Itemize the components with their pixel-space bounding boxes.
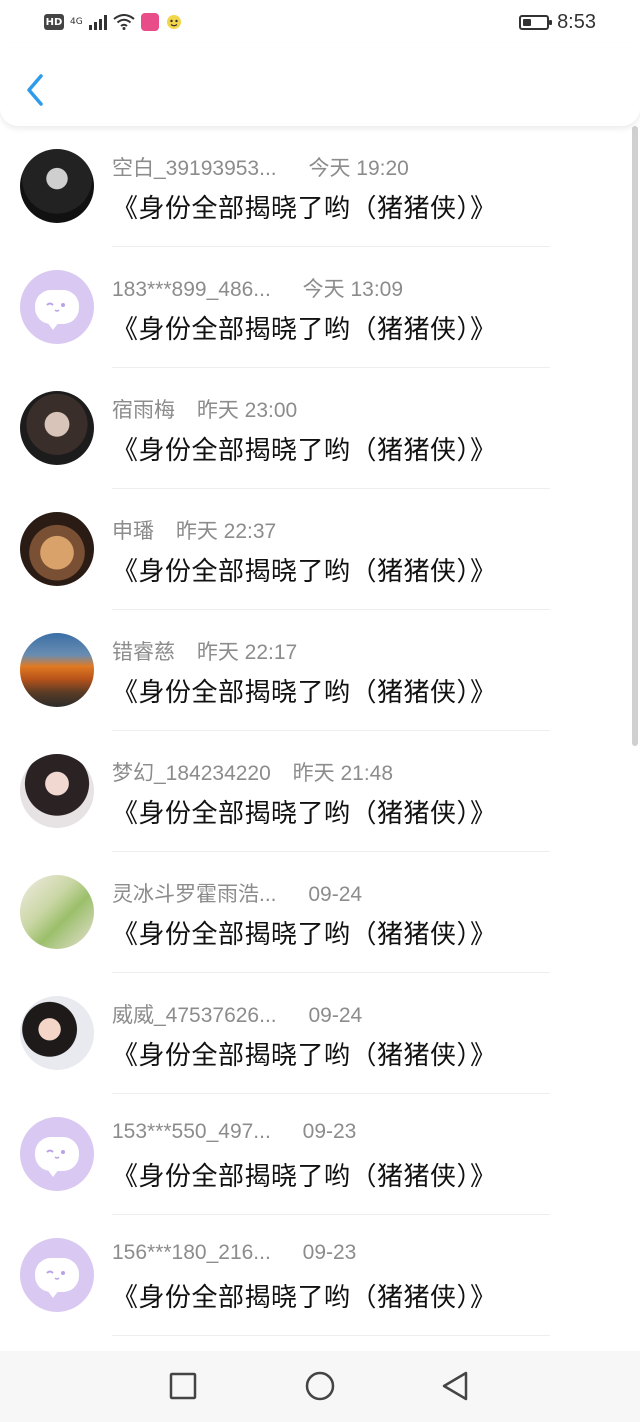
list-item[interactable]: 156***180_216... 09-23 《身份全部揭晓了哟（猪猪侠）》 <box>0 1215 640 1336</box>
avatar[interactable] <box>20 1238 94 1312</box>
username[interactable]: 183***899_486... <box>112 278 271 302</box>
divider <box>112 1335 550 1336</box>
app-notification-icon <box>140 13 159 31</box>
timestamp: 昨天 22:37 <box>175 520 277 543</box>
avatar[interactable] <box>20 633 94 707</box>
item-meta: 宿雨梅 昨天 23:00 <box>112 394 297 424</box>
avatar[interactable] <box>20 512 94 586</box>
list-item[interactable]: 空白_39193953... 今天 19:20 《身份全部揭晓了哟（猪猪侠）》 <box>0 126 640 247</box>
default-avatar-icon <box>35 1258 79 1298</box>
status-right: 8:53 <box>519 10 596 34</box>
default-avatar-icon <box>35 290 79 330</box>
status-left: HD 4G <box>44 10 183 34</box>
username[interactable]: 宿雨梅 <box>112 394 175 424</box>
recent-apps-button[interactable] <box>166 1369 200 1403</box>
chevron-left-icon <box>27 74 43 106</box>
avatar[interactable] <box>20 1117 94 1191</box>
list-item[interactable]: 申璠 昨天 22:37 《身份全部揭晓了哟（猪猪侠）》 <box>0 489 640 610</box>
username[interactable]: 错睿慈 <box>112 636 175 666</box>
clock: 8:53 <box>557 10 596 33</box>
item-title[interactable]: 《身份全部揭晓了哟（猪猪侠）》 <box>112 309 497 346</box>
timestamp: 今天 19:20 <box>308 157 409 180</box>
item-title[interactable]: 《身份全部揭晓了哟（猪猪侠）》 <box>112 188 497 225</box>
system-navigation-bar <box>0 1351 640 1422</box>
item-title[interactable]: 《身份全部揭晓了哟（猪猪侠）》 <box>112 793 497 830</box>
item-meta: 空白_39193953... 今天 19:20 <box>112 152 409 182</box>
item-title[interactable]: 《身份全部揭晓了哟（猪猪侠）》 <box>112 1277 497 1314</box>
item-meta: 威威_47537626... 09-24 <box>112 999 362 1029</box>
timestamp: 昨天 23:00 <box>196 399 298 422</box>
item-title[interactable]: 《身份全部揭晓了哟（猪猪侠）》 <box>112 430 497 467</box>
username[interactable]: 灵冰斗罗霍雨浩... <box>112 878 277 908</box>
item-title[interactable]: 《身份全部揭晓了哟（猪猪侠）》 <box>112 914 497 951</box>
timestamp: 今天 13:09 <box>302 278 404 301</box>
avatar[interactable] <box>20 754 94 828</box>
list-item[interactable]: 灵冰斗罗霍雨浩... 09-24 《身份全部揭晓了哟（猪猪侠）》 <box>0 852 640 973</box>
list-item[interactable]: 153***550_497... 09-23 《身份全部揭晓了哟（猪猪侠）》 <box>0 1094 640 1215</box>
circle-icon <box>305 1371 335 1401</box>
message-list: 空白_39193953... 今天 19:20 《身份全部揭晓了哟（猪猪侠）》 … <box>0 126 640 1336</box>
item-title[interactable]: 《身份全部揭晓了哟（猪猪侠）》 <box>112 1035 497 1072</box>
default-avatar-icon <box>35 1137 79 1177</box>
item-meta: 153***550_497... 09-23 <box>112 1120 356 1144</box>
timestamp: 昨天 22:17 <box>196 641 298 664</box>
avatar[interactable] <box>20 875 94 949</box>
timestamp: 09-23 <box>302 1120 357 1143</box>
list-item[interactable]: 错睿慈 昨天 22:17 《身份全部揭晓了哟（猪猪侠）》 <box>0 610 640 731</box>
username[interactable]: 153***550_497... <box>112 1120 271 1144</box>
item-meta: 灵冰斗罗霍雨浩... 09-24 <box>112 878 362 908</box>
username[interactable]: 威威_47537626... <box>112 999 277 1029</box>
item-title[interactable]: 《身份全部揭晓了哟（猪猪侠）》 <box>112 551 497 588</box>
item-meta: 错睿慈 昨天 22:17 <box>112 636 297 666</box>
item-title[interactable]: 《身份全部揭晓了哟（猪猪侠）》 <box>112 672 497 709</box>
app-notification-icon-2 <box>166 15 181 29</box>
list-item[interactable]: 宿雨梅 昨天 23:00 《身份全部揭晓了哟（猪猪侠）》 <box>0 368 640 489</box>
username[interactable]: 156***180_216... <box>112 1241 271 1265</box>
wifi-icon <box>113 14 135 30</box>
status-bar: HD 4G 8:53 <box>0 0 640 44</box>
timestamp: 09-24 <box>308 883 363 906</box>
list-item[interactable]: 威威_47537626... 09-24 《身份全部揭晓了哟（猪猪侠）》 <box>0 973 640 1094</box>
username[interactable]: 申璠 <box>112 515 154 545</box>
square-icon <box>169 1372 197 1400</box>
signal-icon <box>88 14 107 30</box>
item-meta: 156***180_216... 09-23 <box>112 1241 356 1265</box>
item-meta: 183***899_486... 今天 13:09 <box>112 273 403 303</box>
list-item[interactable]: 183***899_486... 今天 13:09 《身份全部揭晓了哟（猪猪侠）… <box>0 247 640 368</box>
scrollbar[interactable] <box>632 126 638 746</box>
network-type: 4G <box>70 16 83 27</box>
username[interactable]: 梦幻_184234220 <box>112 757 271 787</box>
battery-icon <box>519 14 553 30</box>
avatar[interactable] <box>20 270 94 344</box>
avatar[interactable] <box>20 149 94 223</box>
system-back-button[interactable] <box>438 1369 472 1403</box>
item-title[interactable]: 《身份全部揭晓了哟（猪猪侠）》 <box>112 1156 497 1193</box>
avatar[interactable] <box>20 391 94 465</box>
username[interactable]: 空白_39193953... <box>112 152 277 182</box>
item-meta: 梦幻_184234220 昨天 21:48 <box>112 757 393 787</box>
timestamp: 09-24 <box>308 1004 363 1027</box>
timestamp: 昨天 21:48 <box>292 762 394 785</box>
avatar[interactable] <box>20 996 94 1070</box>
nav-bar <box>0 44 640 126</box>
timestamp: 09-23 <box>302 1241 357 1264</box>
list-item[interactable]: 梦幻_184234220 昨天 21:48 《身份全部揭晓了哟（猪猪侠）》 <box>0 731 640 852</box>
hd-icon: HD <box>44 14 64 30</box>
back-button[interactable] <box>18 70 52 110</box>
item-meta: 申璠 昨天 22:37 <box>112 515 276 545</box>
home-button[interactable] <box>303 1369 337 1403</box>
triangle-back-icon <box>442 1371 468 1401</box>
